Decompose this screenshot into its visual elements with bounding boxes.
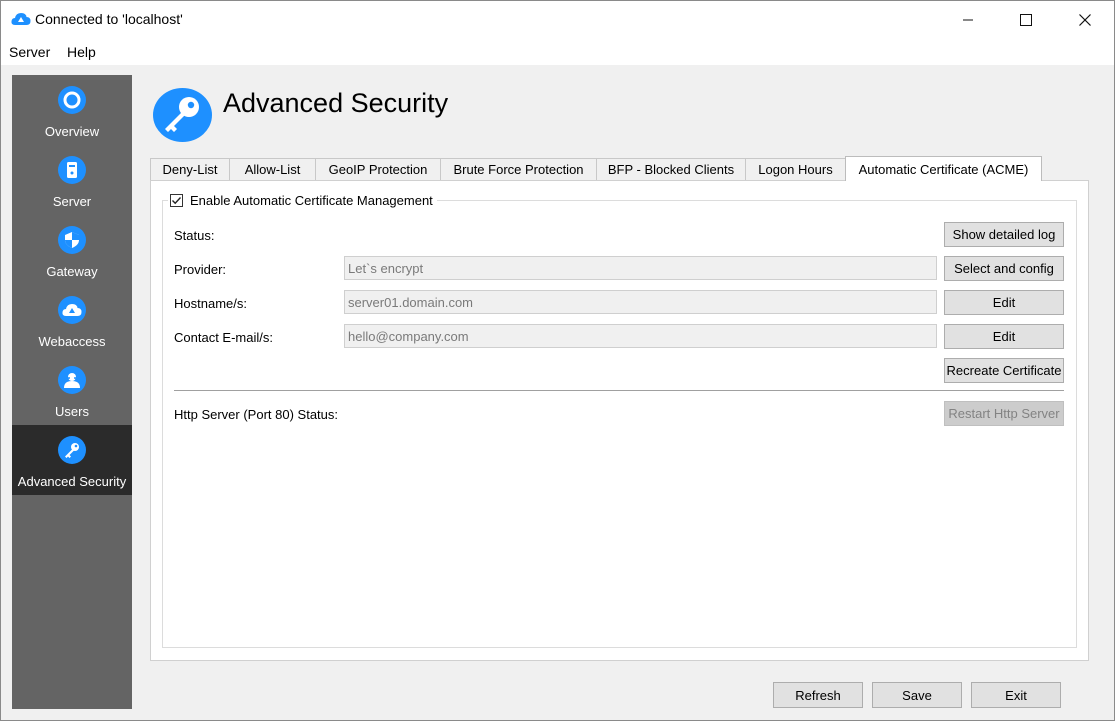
maximize-button[interactable] [997, 1, 1055, 39]
close-button[interactable] [1056, 1, 1114, 39]
maximize-icon [1020, 14, 1032, 26]
users-icon [58, 366, 86, 394]
sidebar-item-label: Server [52, 194, 92, 209]
menu-help[interactable]: Help [67, 44, 96, 60]
key-icon [153, 88, 212, 142]
window-title: Connected to 'localhost' [35, 11, 183, 27]
tab-geoip-protection[interactable]: GeoIP Protection [315, 158, 441, 180]
sidebar-item-label: Gateway [46, 264, 98, 279]
contact-email-field[interactable]: hello@company.com [344, 324, 937, 348]
show-detailed-log-button[interactable]: Show detailed log [944, 222, 1064, 247]
page-title: Advanced Security [223, 88, 449, 118]
sidebar-item-advanced-security[interactable]: Advanced Security [12, 425, 132, 495]
tab-brute-force-protection[interactable]: Brute Force Protection [440, 158, 597, 180]
refresh-button[interactable]: Refresh [773, 682, 863, 708]
section-divider [174, 390, 1064, 391]
minimize-icon [963, 19, 973, 21]
sidebar: Overview Server Gateway Webaccess Users … [12, 75, 132, 709]
provider-field[interactable]: Let`s encrypt [344, 256, 937, 280]
tab-automatic-certificate-acme[interactable]: Automatic Certificate (ACME) [845, 156, 1042, 181]
tab-deny-list[interactable]: Deny-List [150, 158, 230, 180]
contact-email-edit-button[interactable]: Edit [944, 324, 1064, 349]
server-icon [58, 156, 86, 184]
hostname-label: Hostname/s: [174, 296, 247, 311]
exit-button[interactable]: Exit [971, 682, 1061, 708]
sidebar-item-overview[interactable]: Overview [12, 75, 132, 145]
sidebar-item-label: Users [55, 404, 89, 419]
contact-email-label: Contact E-mail/s: [174, 330, 273, 345]
overview-icon [58, 86, 86, 114]
select-and-config-button[interactable]: Select and config [944, 256, 1064, 281]
close-icon [1079, 14, 1091, 26]
cloud-upload-icon [58, 296, 86, 324]
recreate-certificate-button[interactable]: Recreate Certificate [944, 358, 1064, 383]
http-server-status-label: Http Server (Port 80) Status: [174, 407, 339, 422]
enable-acme-label: Enable Automatic Certificate Management [190, 192, 433, 208]
shield-icon [58, 226, 86, 254]
sidebar-item-gateway[interactable]: Gateway [12, 215, 132, 285]
sidebar-item-label: Advanced Security [17, 474, 127, 489]
enable-acme-checkbox[interactable] [170, 193, 183, 207]
key-icon [58, 436, 86, 464]
hostname-field[interactable]: server01.domain.com [344, 290, 937, 314]
sidebar-item-label: Webaccess [38, 334, 106, 349]
sidebar-item-users[interactable]: Users [12, 355, 132, 425]
hostname-edit-button[interactable]: Edit [944, 290, 1064, 315]
enable-acme-checkbox-row[interactable]: Enable Automatic Certificate Management [168, 191, 437, 209]
tab-bfp-blocked-clients[interactable]: BFP - Blocked Clients [596, 158, 746, 180]
save-button[interactable]: Save [872, 682, 962, 708]
tab-logon-hours[interactable]: Logon Hours [745, 158, 846, 180]
restart-http-server-button[interactable]: Restart Http Server [944, 401, 1064, 426]
menu-server[interactable]: Server [9, 44, 50, 60]
cloud-app-icon [11, 11, 31, 27]
tab-allow-list[interactable]: Allow-List [229, 158, 316, 180]
checkmark-icon [172, 196, 182, 204]
sidebar-item-server[interactable]: Server [12, 145, 132, 215]
provider-label: Provider: [174, 262, 227, 277]
menu-bar: Server Help [1, 39, 1114, 65]
title-bar: Connected to 'localhost' [1, 1, 1114, 39]
status-label: Status: [174, 228, 215, 243]
sidebar-item-label: Overview [44, 124, 100, 139]
sidebar-item-webaccess[interactable]: Webaccess [12, 285, 132, 355]
minimize-button[interactable] [939, 1, 997, 39]
